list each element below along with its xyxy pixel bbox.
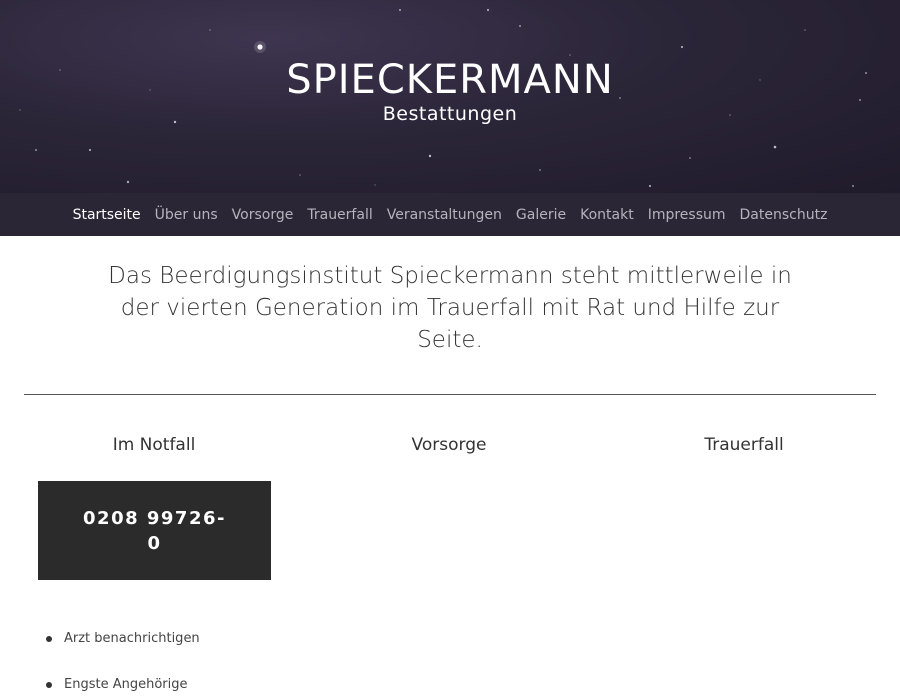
nav-item-startseite[interactable]: Startseite [66,207,148,223]
nav-item-galerie[interactable]: Galerie [509,207,573,223]
list-item-label: Engste Angehörige [64,677,188,692]
header-banner: SPIECKERMANN Bestattungen [0,0,900,193]
info-columns: Im Notfall Vorsorge Trauerfall 0208 9972… [0,395,900,695]
column-title-notfall: Im Notfall [112,435,196,455]
nav-item-impressum[interactable]: Impressum [641,207,733,223]
main-navigation: Startseite Über uns Vorsorge Trauerfall … [0,193,900,236]
list-item-label: Arzt benachrichtigen [64,631,200,646]
emergency-phone-number: 0208 99726-0 [83,507,226,554]
bullet-icon [46,636,52,642]
intro-text: Das Beerdigungsinstitut Spieckermann ste… [108,263,792,353]
nav-item-veranstaltungen[interactable]: Veranstaltungen [380,207,509,223]
emergency-phone-button[interactable]: 0208 99726-0 [38,481,271,580]
nav-item-trauerfall[interactable]: Trauerfall [300,207,379,223]
nav-item-ueber-uns[interactable]: Über uns [148,207,225,223]
logo-subtitle: Bestattungen [382,103,518,125]
list-item: Arzt benachrichtigen [46,629,200,675]
nav-item-vorsorge[interactable]: Vorsorge [225,207,301,223]
logo-title: SPIECKERMANN [286,57,614,103]
site-logo[interactable]: SPIECKERMANN Bestattungen [0,56,900,126]
list-item: Engste Angehörige [46,675,200,700]
bullet-icon [46,682,52,688]
nav-item-datenschutz[interactable]: Datenschutz [733,207,835,223]
column-title-trauerfall: Trauerfall [704,435,784,455]
notfall-checklist: Arzt benachrichtigen Engste Angehörige [46,629,200,700]
nav-item-kontakt[interactable]: Kontakt [573,207,641,223]
column-title-vorsorge: Vorsorge [411,435,487,455]
